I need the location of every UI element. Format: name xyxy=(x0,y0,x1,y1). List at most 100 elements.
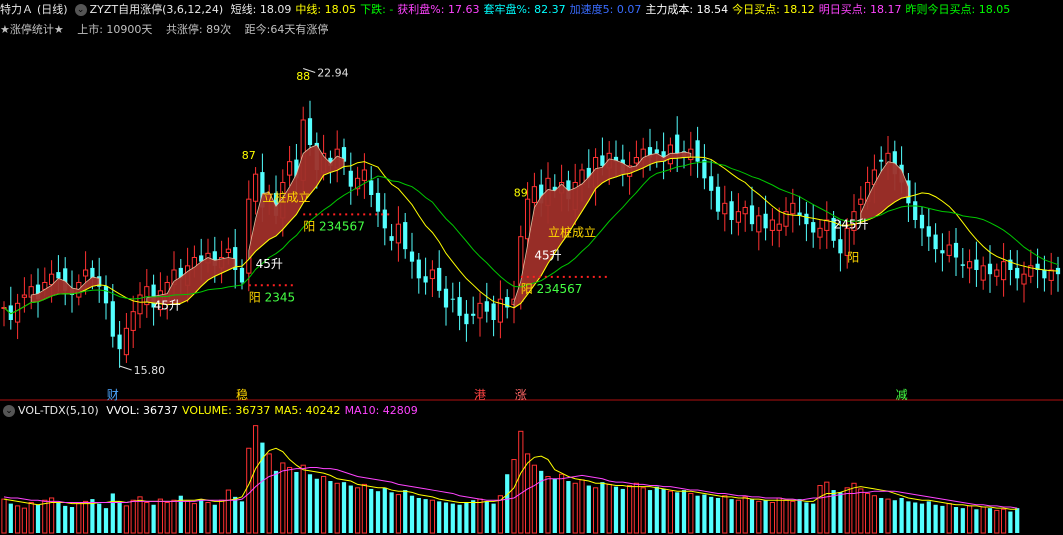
candle-body xyxy=(450,298,455,300)
volume-bar xyxy=(491,503,496,533)
volume-bar xyxy=(681,490,687,533)
limit-up-count-label: 88 xyxy=(296,70,310,83)
candle-body xyxy=(715,186,721,212)
volume-bar xyxy=(531,464,538,534)
volume-bar xyxy=(484,501,489,533)
candle-body xyxy=(1048,269,1054,281)
volume-bar xyxy=(457,504,462,533)
volume-bar xyxy=(286,466,293,534)
volume-bar xyxy=(709,496,714,533)
volume-bar xyxy=(790,500,796,534)
candle-body xyxy=(940,250,945,254)
volume-bar xyxy=(892,500,897,533)
volume-bar xyxy=(184,500,191,534)
candle-body xyxy=(790,202,796,215)
candle-body xyxy=(913,201,918,220)
candle-body xyxy=(82,269,89,277)
volume-bar xyxy=(280,462,286,534)
candle-body xyxy=(722,202,728,215)
volume-bar xyxy=(320,476,327,534)
candle-body xyxy=(110,301,115,337)
candle-body xyxy=(919,214,925,229)
volume-bar xyxy=(756,500,762,534)
price-chart[interactable]: 22.9415.80878889立桩成立立桩成立45升45升45升245升阳阳 … xyxy=(0,0,1063,535)
volume-bar xyxy=(804,502,809,533)
candle-body xyxy=(980,265,986,281)
volume-bar xyxy=(913,502,918,533)
event-label: 港 xyxy=(474,388,486,402)
candle-body xyxy=(491,303,496,320)
candle-body xyxy=(946,244,952,256)
volume-bar xyxy=(328,481,333,533)
volume-bar xyxy=(423,499,428,533)
volume-bar xyxy=(429,499,436,534)
volume-bar xyxy=(246,447,252,534)
candle-body xyxy=(709,176,714,191)
candle-body xyxy=(239,267,245,283)
volume-bar xyxy=(395,494,402,534)
volume-bar xyxy=(749,499,755,533)
volume-bar xyxy=(545,476,551,534)
candle-body xyxy=(524,198,531,240)
volume-bar xyxy=(879,497,884,533)
candle-body xyxy=(416,259,421,279)
yang-label: 阳 234567 xyxy=(303,219,365,233)
signal-annotation: 45升 xyxy=(534,249,561,263)
volume-bar xyxy=(1,498,7,534)
volume-bar xyxy=(266,453,272,534)
volume-bar xyxy=(647,490,653,533)
volume-bar xyxy=(688,492,694,534)
candle-body xyxy=(953,242,959,258)
volume-bar xyxy=(994,509,1000,534)
limit-up-count-label: 87 xyxy=(242,149,256,162)
volume-bar xyxy=(885,498,891,534)
candle-body xyxy=(633,157,640,164)
yang-prefix: 阳 xyxy=(249,290,265,304)
candle-body xyxy=(471,313,476,316)
candle-body xyxy=(1015,267,1020,279)
volume-bar xyxy=(69,507,75,533)
candle-body xyxy=(457,297,462,316)
volume-bar xyxy=(864,492,871,534)
volume-bar xyxy=(675,492,680,533)
signal-annotation: 立桩成立 xyxy=(262,189,310,204)
yang-label: 阳 2345 xyxy=(249,290,295,304)
volume-bar xyxy=(572,482,578,534)
candle-body xyxy=(994,269,1000,277)
candle-body xyxy=(423,276,428,283)
candle-body xyxy=(395,223,402,244)
volume-bar xyxy=(946,503,952,534)
candle-body xyxy=(21,294,28,298)
event-label: 稳 xyxy=(236,387,248,402)
candle-body xyxy=(286,161,293,176)
volume-bar xyxy=(906,501,911,533)
volume-bar xyxy=(103,508,109,533)
candle-body xyxy=(375,192,381,212)
signal-annotation: 245升 xyxy=(834,217,869,231)
candle-body xyxy=(926,226,931,237)
volume-bar xyxy=(294,471,299,533)
volume-bar xyxy=(171,499,177,534)
candle-body xyxy=(307,118,313,145)
candle-body xyxy=(742,207,748,215)
volume-bar xyxy=(715,497,721,533)
volume-bar xyxy=(966,505,973,534)
signal-annotation: 45升 xyxy=(256,257,283,271)
candle-body xyxy=(389,236,394,241)
candle-body xyxy=(409,251,415,262)
event-label: 涨 xyxy=(515,387,527,402)
volume-bar xyxy=(334,482,340,534)
volume-bar xyxy=(252,425,259,534)
candle-body xyxy=(443,288,449,308)
signal-annotation: 阳 xyxy=(847,251,859,265)
volume-bar xyxy=(858,488,864,534)
volume-bar xyxy=(8,503,13,533)
volume-bar xyxy=(763,500,768,533)
volume-bar xyxy=(552,478,557,533)
volume-bar xyxy=(735,499,742,534)
volume-bar xyxy=(640,487,646,534)
volume-bar xyxy=(722,495,728,534)
volume-bar xyxy=(899,497,904,533)
volume-bar xyxy=(933,504,938,533)
volume-bar xyxy=(144,501,150,534)
